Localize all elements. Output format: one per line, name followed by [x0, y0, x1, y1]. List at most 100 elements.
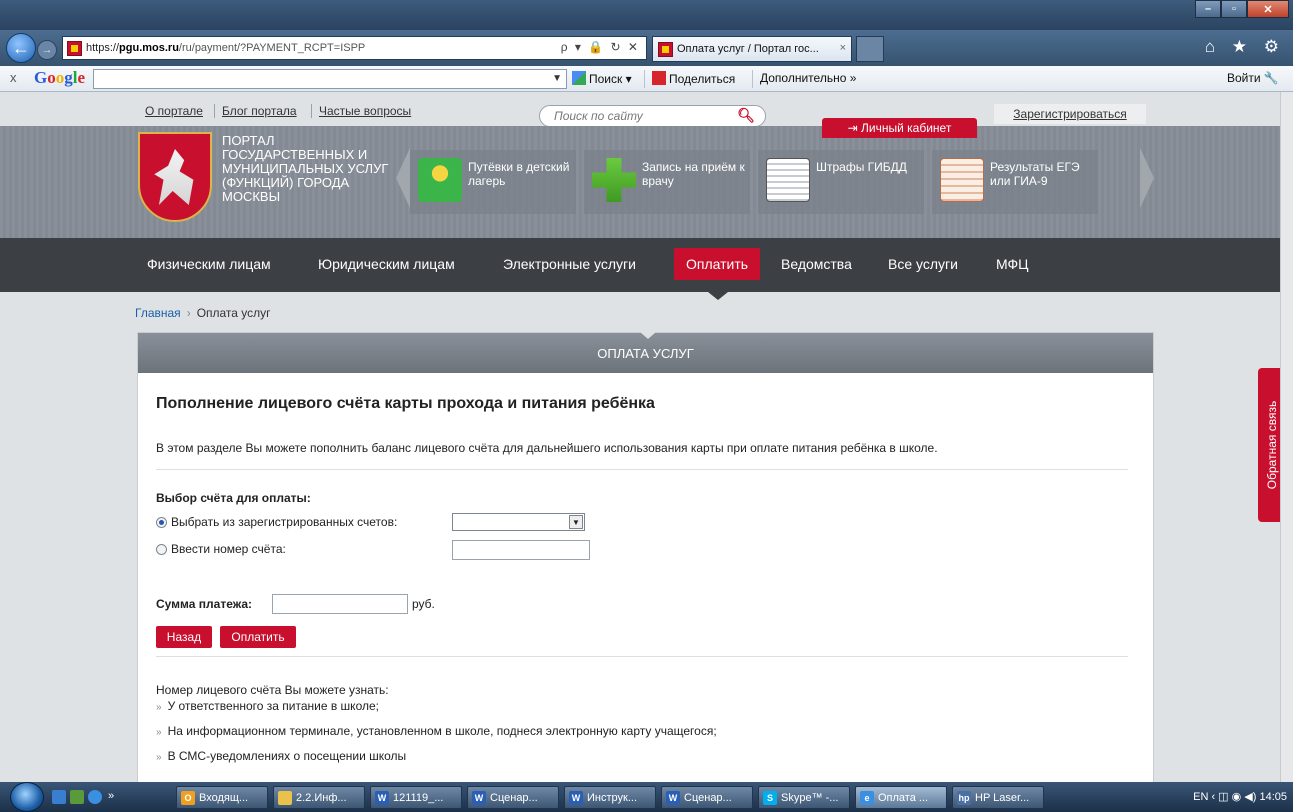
- minimize-button[interactable]: –: [1195, 0, 1221, 18]
- web-page: О портале Блог портала Частые вопросы 🔍︎…: [0, 92, 1293, 782]
- taskbar-item[interactable]: W Сценар...: [661, 786, 753, 809]
- breadcrumb-current: Оплата услуг: [196, 306, 271, 320]
- carousel-item-camp[interactable]: Путёвки в детский лагерь: [410, 150, 576, 214]
- radio-manual-row[interactable]: Ввести номер счёта:: [156, 542, 286, 556]
- carousel-item-label: Путёвки в детский лагерь: [468, 160, 570, 188]
- word-icon: W: [472, 790, 486, 805]
- toolbar-divider: [752, 70, 753, 88]
- taskbar-item[interactable]: 2.2.Инф...: [273, 786, 365, 809]
- taskbar-item[interactable]: O Входящ...: [176, 786, 268, 809]
- taskbar-item[interactable]: hp HP Laser...: [952, 786, 1044, 809]
- close-window-button[interactable]: ✕: [1247, 0, 1289, 18]
- ie-icon: e: [860, 790, 874, 805]
- address-bar[interactable]: https://pgu.mos.ru/ru/payment/?PAYMENT_R…: [62, 36, 647, 60]
- share-icon: [652, 71, 666, 85]
- word-icon: W: [666, 790, 680, 805]
- bullet-icon: »: [156, 702, 162, 713]
- show-desktop-icon[interactable]: [52, 790, 66, 804]
- nav-legal-entities[interactable]: Юридическим лицам: [318, 256, 455, 272]
- carousel-next-arrow-icon[interactable]: [1140, 148, 1154, 208]
- chevron-down-icon[interactable]: ▼: [569, 515, 583, 529]
- browser-toolbar-icons[interactable]: ⌂ ★ ⚙: [1205, 37, 1285, 57]
- nav-e-services[interactable]: Электронные услуги: [503, 256, 636, 272]
- info-item: » В СМС-уведомлениях о посещении школы: [156, 749, 407, 763]
- currency-label: руб.: [412, 597, 435, 611]
- carousel-item-exams[interactable]: Результаты ЕГЭ или ГИА-9: [932, 150, 1098, 214]
- registered-accounts-select[interactable]: ▼: [452, 513, 585, 531]
- forward-button[interactable]: →: [37, 40, 57, 60]
- sum-input[interactable]: [272, 594, 408, 614]
- browser-navbar: ← → https://pgu.mos.ru/ru/payment/?PAYME…: [0, 30, 1293, 66]
- tab-close-icon[interactable]: ×: [840, 42, 846, 54]
- google-search-icon: [572, 71, 586, 85]
- breadcrumb-home[interactable]: Главная: [135, 306, 181, 320]
- nav-pay-active[interactable]: Оплатить: [674, 248, 760, 280]
- start-button[interactable]: [10, 782, 44, 812]
- word-icon: W: [569, 790, 583, 805]
- site-search-input[interactable]: [554, 109, 724, 123]
- radio-manual[interactable]: [156, 543, 167, 555]
- search-dropdown-icon[interactable]: ▼: [552, 73, 562, 84]
- nav-agencies[interactable]: Ведомства: [781, 256, 852, 272]
- portal-title[interactable]: ПОРТАЛ ГОСУДАРСТВЕННЫХ И МУНИЦИПАЛЬНЫХ У…: [222, 134, 392, 204]
- toolbar-close-icon[interactable]: x: [10, 70, 17, 85]
- radio-registered[interactable]: [156, 516, 167, 528]
- register-link[interactable]: Зарегистрироваться: [994, 104, 1146, 124]
- page-description: В этом разделе Вы можете пополнить балан…: [156, 441, 938, 455]
- search-icon[interactable]: 🔍︎: [737, 107, 755, 124]
- window-titlebar: – ▫ ✕: [0, 0, 1293, 30]
- saint-george-icon: [154, 149, 194, 205]
- share-button[interactable]: Поделиться: [652, 71, 735, 86]
- taskbar-item[interactable]: S Skype™ -...: [758, 786, 850, 809]
- header-banner: ПОРТАЛ ГОСУДАРСТВЕННЫХ И МУНИЦИПАЛЬНЫХ У…: [0, 126, 1293, 238]
- personal-cabinet-button[interactable]: ⇥ Личный кабинет: [822, 118, 977, 138]
- pay-button[interactable]: Оплатить: [220, 626, 296, 648]
- toolbar-divider: [644, 70, 645, 88]
- link-faq[interactable]: Частые вопросы: [319, 104, 411, 118]
- tab-title: Оплата услуг / Портал гос...: [677, 43, 819, 55]
- breadcrumb-separator: ›: [186, 306, 191, 320]
- services-carousel: Путёвки в детский лагерь Запись на приём…: [396, 126, 1154, 238]
- page-scrollbar[interactable]: [1280, 92, 1293, 782]
- taskbar-item[interactable]: W Сценар...: [467, 786, 559, 809]
- taskbar-item[interactable]: W 121119_...: [370, 786, 462, 809]
- main-navigation: Физическим лицам Юридическим лицам Элект…: [0, 238, 1293, 292]
- address-tools[interactable]: ρ ▾ 🔒 ↻ ✕: [561, 40, 640, 54]
- carousel-item-label: Штрафы ГИБДД: [816, 160, 907, 174]
- nav-all-services[interactable]: Все услуги: [888, 256, 958, 272]
- google-toolbar: x Google ▼ Поиск ▾ Поделиться Дополнител…: [0, 66, 1293, 92]
- browser-tab-active[interactable]: Оплата услуг / Портал гос... ×: [652, 36, 852, 62]
- back-button-form[interactable]: Назад: [156, 626, 212, 648]
- nav-mfc[interactable]: МФЦ: [996, 256, 1029, 272]
- google-search-input[interactable]: ▼: [93, 69, 567, 89]
- account-choice-label: Выбор счёта для оплаты:: [156, 491, 311, 505]
- window-controls: – ▫ ✕: [1195, 0, 1289, 18]
- account-number-input[interactable]: [452, 540, 590, 560]
- ie-quicklaunch-icon[interactable]: [88, 790, 102, 804]
- site-search[interactable]: 🔍︎: [539, 105, 766, 127]
- carousel-item-doctor[interactable]: Запись на приём к врачу: [584, 150, 750, 214]
- radio-registered-row[interactable]: Выбрать из зарегистрированных счетов:: [156, 515, 397, 529]
- back-button[interactable]: ←: [6, 33, 36, 63]
- overflow-chevron-icon[interactable]: »: [108, 790, 122, 804]
- new-tab-button[interactable]: [856, 36, 884, 62]
- moscow-coat-of-arms-logo[interactable]: [138, 132, 212, 222]
- system-tray[interactable]: EN ‹ ◫ ◉ ◀) 14:05: [1193, 790, 1287, 803]
- printer-icon: hp: [957, 790, 971, 805]
- signin-button[interactable]: Войти 🔧: [1227, 71, 1279, 85]
- carousel-item-fines[interactable]: Штрафы ГИБДД: [758, 150, 924, 214]
- carousel-prev-arrow-icon[interactable]: [396, 148, 410, 208]
- taskbar-item-active[interactable]: e Оплата ...: [855, 786, 947, 809]
- feedback-label: Обратная связь: [1265, 400, 1280, 490]
- link-divider: [311, 104, 312, 118]
- more-button[interactable]: Дополнительно »: [760, 71, 856, 85]
- link-blog[interactable]: Блог портала: [222, 104, 297, 118]
- google-search-button[interactable]: Поиск ▾: [572, 71, 632, 86]
- bullet-icon: »: [156, 727, 162, 738]
- maximize-button[interactable]: ▫: [1221, 0, 1247, 18]
- divider: [156, 656, 1128, 657]
- taskbar-item[interactable]: W Инструк...: [564, 786, 656, 809]
- nav-individuals[interactable]: Физическим лицам: [147, 256, 271, 272]
- link-about[interactable]: О портале: [145, 104, 203, 118]
- quicklaunch-icon[interactable]: [70, 790, 84, 804]
